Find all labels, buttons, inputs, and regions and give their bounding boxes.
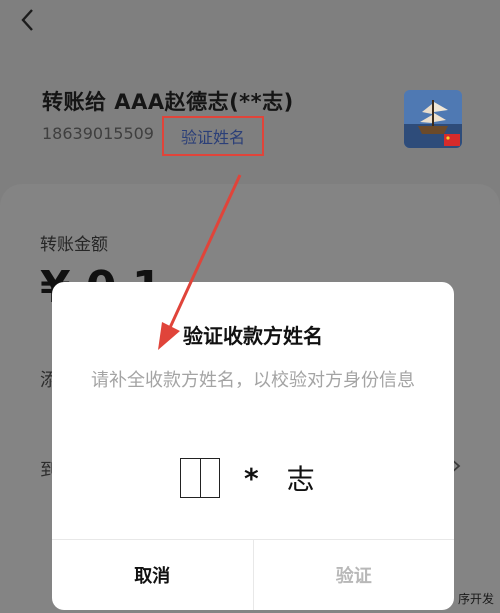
verify-name-dialog: 验证收款方姓名 请补全收款方姓名，以校验对方身份信息 * 志 取消 验证 (52, 282, 454, 610)
verify-button[interactable]: 验证 (254, 540, 455, 610)
recipient-avatar (404, 90, 462, 148)
back-button[interactable] (14, 6, 42, 34)
input-divider (200, 459, 201, 497)
cancel-button[interactable]: 取消 (52, 540, 254, 610)
amount-label: 转账金额 (40, 235, 108, 255)
chevron-left-icon (21, 9, 33, 31)
surname-input[interactable] (180, 458, 220, 498)
recipient-title: 转账给 AAA赵德志(**志) (42, 90, 294, 114)
verify-name-link-label: 验证姓名 (180, 128, 245, 147)
dialog-button-bar: 取消 验证 (52, 539, 454, 610)
dialog-description: 请补全收款方姓名，以校验对方身份信息 (91, 370, 415, 391)
name-entry-row: * 志 (180, 456, 315, 500)
watermark: 序开发 (457, 592, 494, 606)
masked-char: * (244, 461, 259, 495)
recipient-phone: 18639015509 (42, 124, 154, 143)
verify-name-link[interactable]: 验证姓名 (162, 116, 264, 156)
known-name-char: 志 (286, 463, 315, 496)
dialog-title: 验证收款方姓名 (183, 324, 323, 348)
